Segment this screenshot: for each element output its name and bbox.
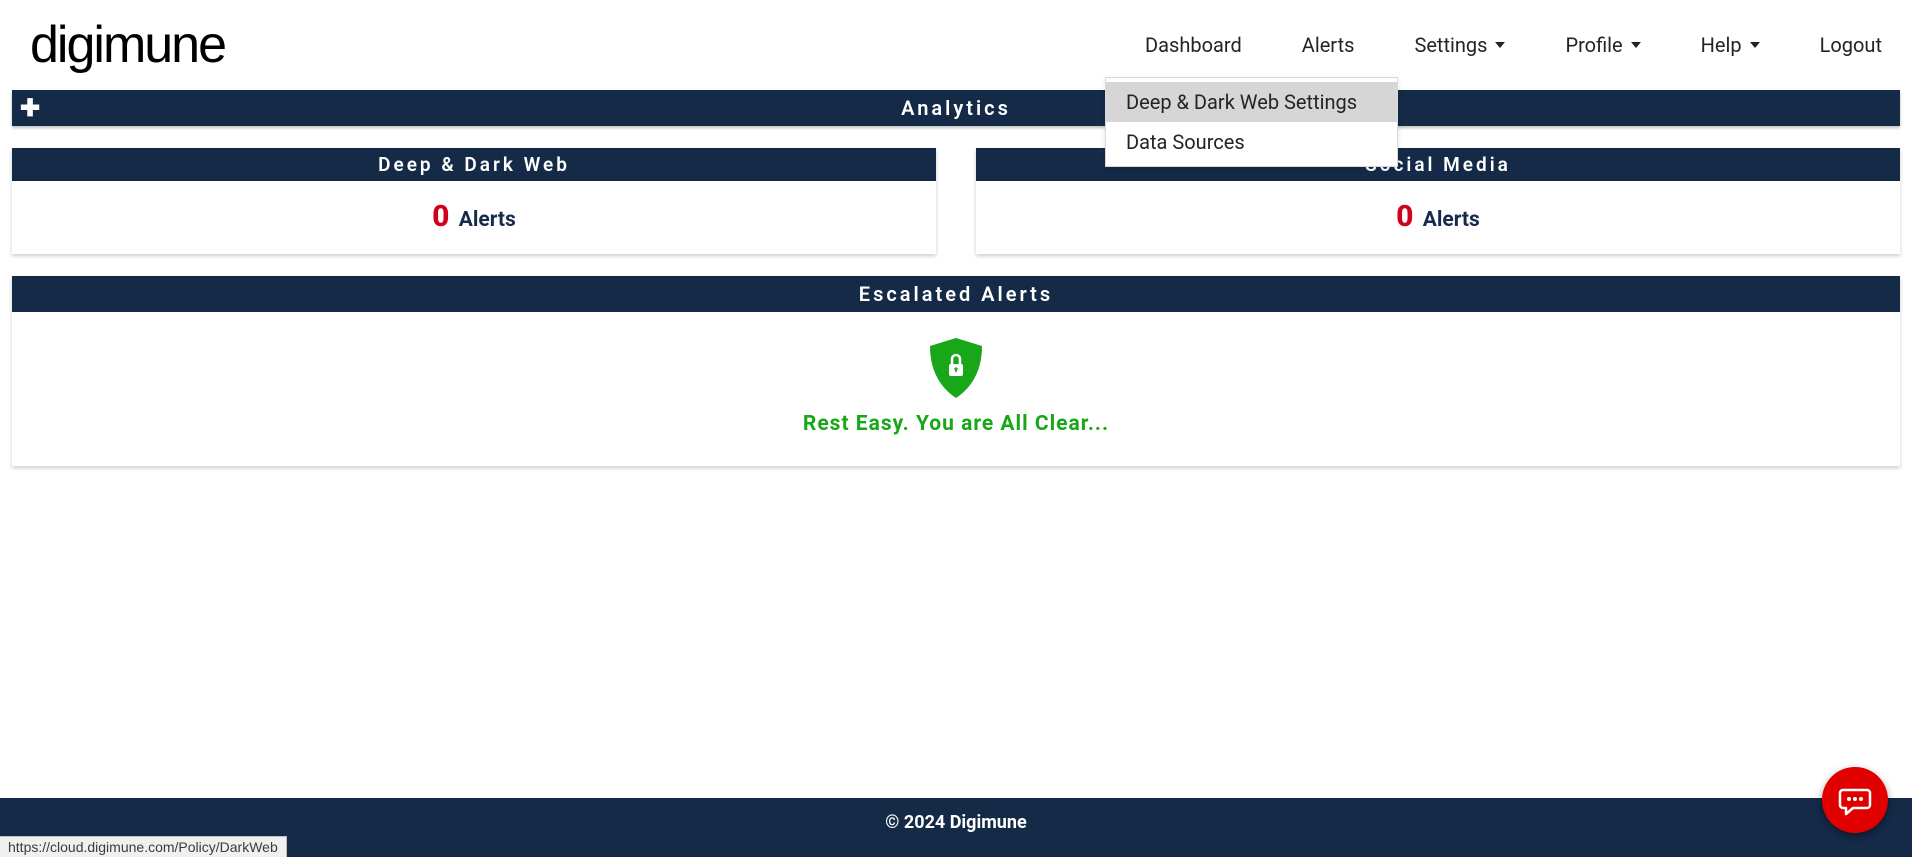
escalated-body: Rest Easy. You are All Clear...	[12, 312, 1900, 466]
brand-logo[interactable]: digimune	[30, 15, 225, 75]
escalated-alerts-panel: Escalated Alerts Rest Easy. You are All …	[12, 276, 1900, 466]
nav-profile-label: Profile	[1565, 33, 1622, 57]
nav-alerts-label: Alerts	[1302, 33, 1355, 57]
card-social-media-label: Alerts	[1423, 208, 1480, 232]
settings-dropdown: Deep & Dark Web Settings Data Sources	[1105, 77, 1398, 167]
card-dark-web: Deep & Dark Web 0 Alerts	[12, 148, 936, 254]
nav-settings-label: Settings	[1414, 33, 1487, 57]
main-content: ✚ Analytics Deep & Dark Web 0 Alerts Soc…	[0, 90, 1912, 466]
card-dark-web-label: Alerts	[459, 208, 516, 232]
settings-dropdown-item-darkweb[interactable]: Deep & Dark Web Settings	[1106, 82, 1397, 122]
settings-dropdown-item-datasources[interactable]: Data Sources	[1106, 122, 1397, 162]
nav-dashboard[interactable]: Dashboard	[1145, 33, 1242, 57]
all-clear-message: Rest Easy. You are All Clear...	[12, 412, 1900, 436]
plus-icon[interactable]: ✚	[20, 94, 43, 122]
escalated-header-bar: Escalated Alerts	[12, 276, 1900, 312]
nav-logout[interactable]: Logout	[1820, 33, 1882, 57]
card-dark-web-body: 0 Alerts	[12, 181, 936, 254]
chat-button[interactable]	[1822, 767, 1888, 833]
escalated-title: Escalated Alerts	[859, 282, 1053, 306]
nav-alerts[interactable]: Alerts	[1302, 33, 1355, 57]
caret-down-icon	[1495, 42, 1505, 48]
card-dark-web-header: Deep & Dark Web	[12, 148, 936, 181]
card-social-media-body: 0 Alerts	[976, 181, 1900, 254]
nav-settings[interactable]: Settings	[1414, 33, 1505, 57]
nav-dashboard-label: Dashboard	[1145, 33, 1242, 57]
caret-down-icon	[1631, 42, 1641, 48]
caret-down-icon	[1750, 42, 1760, 48]
card-dark-web-count: 0	[432, 199, 449, 234]
nav-help[interactable]: Help	[1701, 33, 1760, 57]
nav-links: Dashboard Alerts Settings Profile Help L…	[1145, 33, 1882, 57]
chat-icon	[1837, 782, 1873, 818]
analytics-header-bar: ✚ Analytics	[12, 90, 1900, 126]
nav-help-label: Help	[1701, 33, 1742, 57]
status-url-preview: https://cloud.digimune.com/Policy/DarkWe…	[0, 836, 287, 857]
footer: © 2024 Digimune	[0, 798, 1912, 857]
analytics-cards-row: Deep & Dark Web 0 Alerts Social Media 0 …	[12, 148, 1900, 254]
top-navbar: digimune Dashboard Alerts Settings Profi…	[0, 0, 1912, 90]
analytics-title: Analytics	[901, 96, 1011, 120]
nav-profile[interactable]: Profile	[1565, 33, 1640, 57]
nav-logout-label: Logout	[1820, 33, 1882, 57]
footer-text: © 2024 Digimune	[885, 812, 1026, 833]
shield-icon	[12, 336, 1900, 400]
card-social-media-count: 0	[1396, 199, 1413, 234]
